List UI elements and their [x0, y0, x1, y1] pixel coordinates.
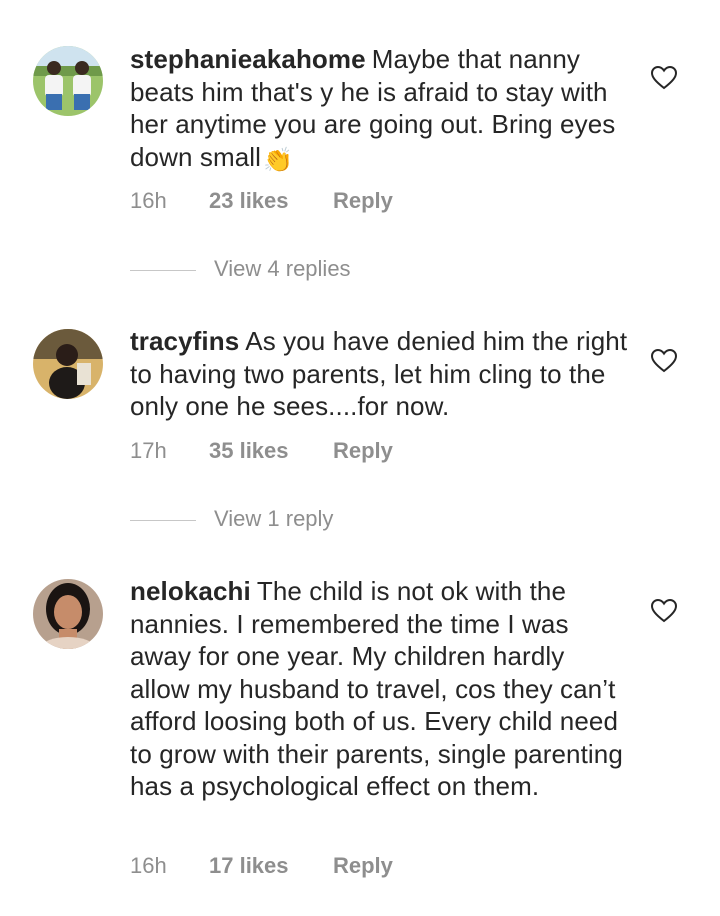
divider-line [130, 519, 196, 521]
timestamp: 16h [130, 188, 167, 213]
view-replies-link[interactable]: View 4 replies [130, 256, 351, 286]
username[interactable]: nelokachi [130, 576, 251, 606]
reply-button[interactable]: Reply [333, 188, 393, 214]
heart-icon[interactable] [650, 348, 678, 373]
username[interactable]: tracyfins [130, 326, 239, 356]
avatar[interactable] [33, 329, 103, 399]
view-replies-label[interactable]: View 1 reply [214, 506, 333, 531]
heart-icon[interactable] [650, 598, 678, 623]
divider-line [130, 269, 196, 271]
avatar[interactable] [33, 46, 103, 116]
timestamp: 17h [130, 438, 167, 463]
username[interactable]: stephanieakahome [130, 44, 366, 74]
comment-text: The child is not ok with the nannies. I … [130, 576, 623, 801]
avatar[interactable] [33, 579, 103, 649]
comment-meta: 16h 23 likes Reply [130, 188, 393, 214]
reply-button[interactable]: Reply [333, 438, 393, 464]
comment-body: stephanieakahome Maybe that nanny beats h… [130, 43, 630, 177]
comment-meta: 16h 17 likes Reply [130, 853, 393, 879]
view-replies-link[interactable]: View 1 reply [130, 506, 333, 536]
comment-body: nelokachi The child is not ok with the na… [130, 575, 630, 803]
likes-count[interactable]: 23 likes [209, 188, 333, 214]
comment-meta: 17h 35 likes Reply [130, 438, 393, 464]
clapping-hands-emoji: 👏 [263, 146, 294, 174]
likes-count[interactable]: 35 likes [209, 438, 333, 464]
heart-icon[interactable] [650, 65, 678, 90]
reply-button[interactable]: Reply [333, 853, 393, 879]
likes-count[interactable]: 17 likes [209, 853, 333, 879]
view-replies-label[interactable]: View 4 replies [214, 256, 351, 281]
timestamp: 16h [130, 853, 167, 878]
comment-body: tracyfins As you have denied him the righ… [130, 325, 630, 423]
